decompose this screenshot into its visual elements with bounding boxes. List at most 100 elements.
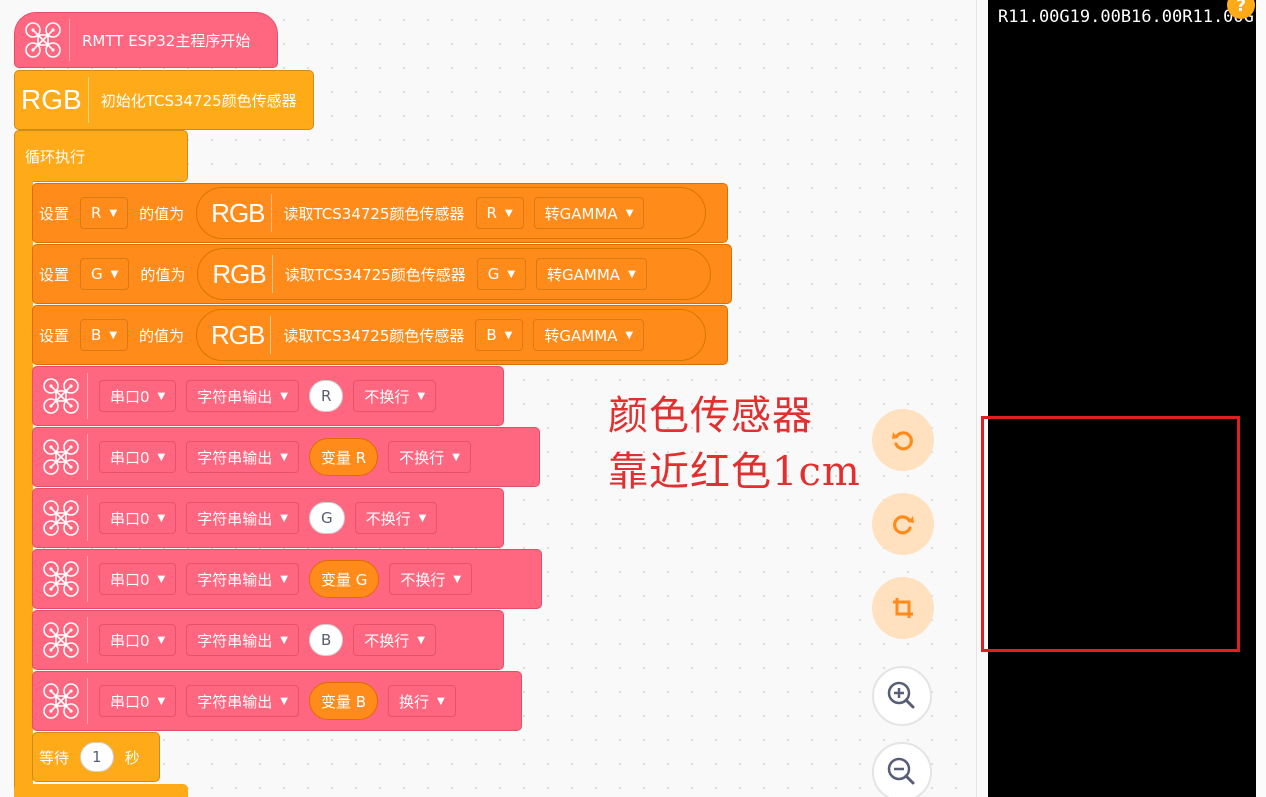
- newline-dropdown[interactable]: 不换行 ▼: [389, 563, 473, 595]
- set-label: 设置: [39, 204, 70, 223]
- serial-port-dropdown[interactable]: 串口0 ▼: [99, 502, 177, 534]
- chevron-down-icon: ▼: [157, 390, 166, 402]
- newline-dropdown[interactable]: 不换行 ▼: [354, 502, 438, 534]
- redo-button[interactable]: [872, 493, 934, 555]
- variable-reporter[interactable]: 变量 R: [308, 438, 379, 476]
- chevron-down-icon: ▼: [628, 268, 636, 280]
- serial-port-dropdown-value: 串口0: [110, 387, 150, 406]
- serial-port-dropdown-value: 串口0: [110, 692, 150, 711]
- gamma-dropdown[interactable]: 转GAMMA ▼: [533, 319, 645, 351]
- gamma-dropdown[interactable]: 转GAMMA ▼: [536, 258, 647, 290]
- annotation-line-1: 颜色传感器: [608, 393, 813, 439]
- serial-print-block[interactable]: 串口0 ▼ 字符串输出 ▼ B 不换行 ▼: [32, 610, 504, 670]
- chevron-down-icon: ▼: [280, 512, 288, 524]
- zoom-out-button[interactable]: [872, 742, 932, 797]
- variable-reporter[interactable]: 变量 B: [308, 682, 379, 720]
- output-type-dropdown[interactable]: 字符串输出 ▼: [186, 685, 299, 717]
- newline-dropdown[interactable]: 不换行 ▼: [353, 624, 436, 656]
- set-variable-block[interactable]: 设置 B ▼ 的值为 RGB 读取TCS34725颜色传感器 B ▼ 转GAMMA ▼: [32, 305, 728, 365]
- text-input[interactable]: R: [308, 380, 344, 412]
- variable-dropdown-value: R: [91, 204, 102, 222]
- output-type-dropdown[interactable]: 字符串输出 ▼: [186, 502, 299, 534]
- output-type-dropdown-value: 字符串输出: [197, 448, 273, 467]
- serial-output-lines: R11.00G19.00B16.00R11.00G18.00B16.00R11.…: [998, 5, 1256, 29]
- zoom-in-button[interactable]: [872, 666, 932, 726]
- newline-dropdown-value: 不换行: [364, 631, 410, 650]
- newline-dropdown-value: 不换行: [364, 387, 410, 406]
- main-program-start-block[interactable]: RMTT ESP32主程序开始: [14, 12, 278, 68]
- text-input[interactable]: B: [308, 624, 344, 656]
- text-input[interactable]: G: [308, 502, 345, 534]
- start-block-label: RMTT ESP32主程序开始: [82, 31, 251, 50]
- output-type-dropdown[interactable]: 字符串输出 ▼: [186, 563, 299, 595]
- chevron-down-icon: ▼: [437, 695, 445, 707]
- serial-port-dropdown[interactable]: 串口0 ▼: [99, 563, 177, 595]
- channel-dropdown[interactable]: R ▼: [475, 197, 524, 229]
- block-workspace[interactable]: RMTT ESP32主程序开始 RGB 初始化TCS34725颜色传感器 循环执…: [0, 0, 976, 797]
- gamma-dropdown[interactable]: 转GAMMA ▼: [533, 197, 645, 229]
- channel-dropdown-value: B: [486, 326, 497, 344]
- gamma-dropdown-value: 转GAMMA: [544, 204, 618, 223]
- set-variable-block[interactable]: 设置 G ▼ 的值为 RGB 读取TCS34725颜色传感器 G ▼ 转GAMMA ▼: [32, 244, 732, 304]
- chevron-down-icon: ▼: [504, 207, 513, 219]
- channel-dropdown[interactable]: G ▼: [476, 258, 527, 290]
- read-sensor-label: 读取TCS34725颜色传感器: [283, 204, 465, 223]
- channel-dropdown-value: G: [487, 265, 500, 283]
- serial-scrollbar[interactable]: [1256, 0, 1266, 797]
- wait-seconds-input[interactable]: 1: [80, 742, 114, 772]
- annotation-text: 颜色传感器 靠近红色1cm: [608, 388, 861, 500]
- drone-icon: [41, 376, 81, 416]
- serial-print-block[interactable]: 串口0 ▼ 字符串输出 ▼ 变量 B 换行 ▼: [32, 671, 522, 731]
- serial-port-dropdown[interactable]: 串口0 ▼: [99, 685, 177, 717]
- drone-icon: [41, 681, 81, 721]
- init-color-sensor-block[interactable]: RGB 初始化TCS34725颜色传感器: [14, 70, 314, 130]
- set-variable-block[interactable]: 设置 R ▼ 的值为 RGB 读取TCS34725颜色传感器 R ▼ 转GAMMA ▼: [32, 183, 728, 243]
- drone-icon: [23, 20, 63, 60]
- chevron-down-icon: ▼: [504, 329, 513, 341]
- serial-print-block[interactable]: 串口0 ▼ 字符串输出 ▼ R 不换行 ▼: [32, 366, 504, 426]
- loop-block[interactable]: 循环执行: [14, 130, 188, 182]
- serial-line: R11.00G19.00B16.00: [998, 7, 1183, 27]
- read-color-sensor-reporter[interactable]: RGB 读取TCS34725颜色传感器 G ▼ 转GAMMA ▼: [197, 248, 712, 300]
- newline-dropdown[interactable]: 不换行 ▼: [388, 441, 471, 473]
- variable-dropdown[interactable]: R ▼: [80, 197, 129, 229]
- serial-port-dropdown-value: 串口0: [110, 631, 150, 650]
- variable-dropdown[interactable]: B ▼: [80, 319, 129, 351]
- undo-button[interactable]: [872, 409, 934, 471]
- read-color-sensor-reporter[interactable]: RGB 读取TCS34725颜色传感器 B ▼ 转GAMMA ▼: [196, 309, 707, 361]
- highlight-box: [981, 416, 1240, 652]
- variable-dropdown[interactable]: G ▼: [80, 258, 130, 290]
- variable-reporter[interactable]: 变量 G: [308, 560, 380, 598]
- newline-dropdown[interactable]: 换行 ▼: [388, 685, 456, 717]
- read-color-sensor-reporter[interactable]: RGB 读取TCS34725颜色传感器 R ▼ 转GAMMA ▼: [196, 187, 707, 239]
- newline-dropdown-value: 换行: [399, 692, 430, 711]
- of-value-label: 的值为: [139, 204, 185, 223]
- of-value-label: 的值为: [140, 265, 186, 284]
- serial-monitor[interactable]: R11.00G19.00B16.00R11.00G18.00B16.00R11.…: [988, 0, 1256, 797]
- serial-print-block[interactable]: 串口0 ▼ 字符串输出 ▼ 变量 G 不换行 ▼: [32, 549, 542, 609]
- loop-block-label: 循环执行: [25, 147, 86, 166]
- crop-icon: [893, 598, 913, 618]
- output-type-dropdown-value: 字符串输出: [197, 387, 273, 406]
- zoom-in-icon: [887, 681, 915, 709]
- serial-port-dropdown[interactable]: 串口0 ▼: [99, 380, 177, 412]
- rgb-icon: RGB: [211, 319, 265, 350]
- output-type-dropdown[interactable]: 字符串输出 ▼: [186, 441, 299, 473]
- channel-dropdown-value: R: [486, 204, 497, 222]
- serial-print-block[interactable]: 串口0 ▼ 字符串输出 ▼ G 不换行 ▼: [32, 488, 504, 548]
- serial-print-block[interactable]: 串口0 ▼ 字符串输出 ▼ 变量 R 不换行 ▼: [32, 427, 540, 487]
- drone-icon: [41, 559, 81, 599]
- output-type-dropdown[interactable]: 字符串输出 ▼: [186, 624, 299, 656]
- wait-block[interactable]: 等待 1 秒: [32, 732, 160, 782]
- newline-dropdown-value: 不换行: [365, 509, 411, 528]
- chevron-down-icon: ▼: [157, 573, 166, 585]
- serial-port-dropdown-value: 串口0: [110, 570, 150, 589]
- output-type-dropdown[interactable]: 字符串输出 ▼: [186, 380, 299, 412]
- crop-button[interactable]: [872, 577, 934, 639]
- serial-port-dropdown[interactable]: 串口0 ▼: [99, 624, 177, 656]
- channel-dropdown[interactable]: B ▼: [475, 319, 524, 351]
- serial-port-dropdown[interactable]: 串口0 ▼: [99, 441, 177, 473]
- gamma-dropdown-value: 转GAMMA: [547, 265, 621, 284]
- newline-dropdown[interactable]: 不换行 ▼: [353, 380, 437, 412]
- chevron-down-icon: ▼: [453, 573, 462, 585]
